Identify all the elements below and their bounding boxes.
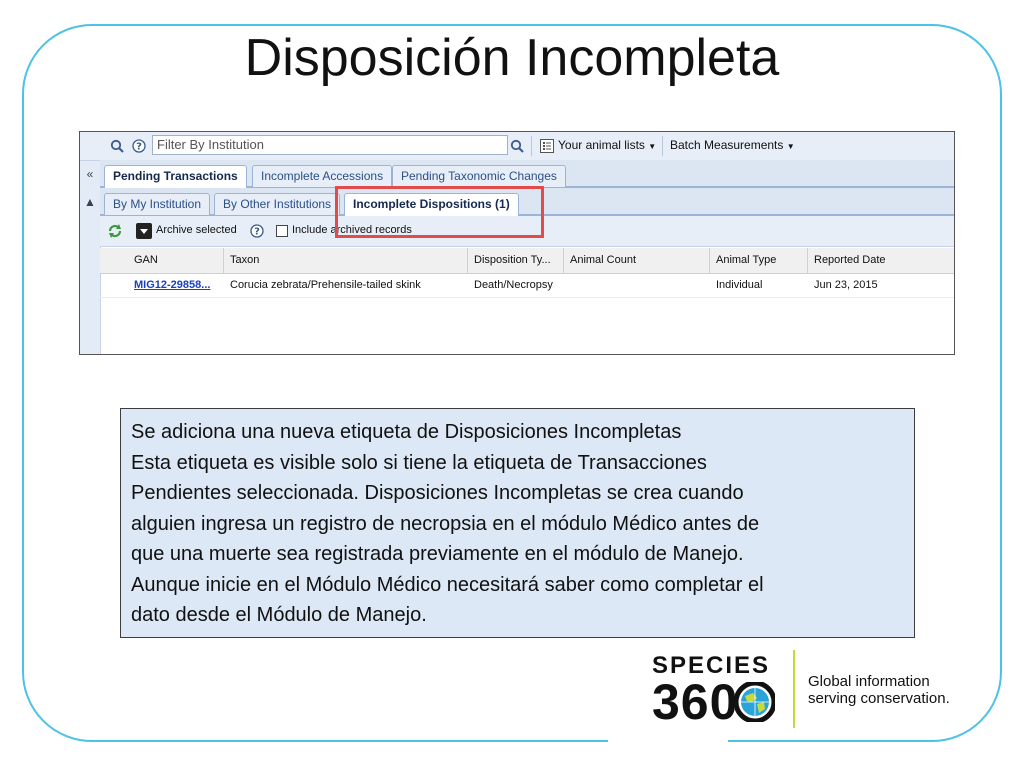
table-row[interactable]: MIG12-29858... Corucia zebrata/Prehensil… [100, 273, 954, 298]
slide-title: Disposición Incompleta [244, 29, 780, 87]
column-header-taxon[interactable]: Taxon [224, 248, 468, 273]
your-animal-lists-label: Your animal lists [558, 138, 645, 152]
note-line: alguien ingresa un registro de necropsia… [131, 512, 760, 535]
batch-measurements-menu[interactable]: Batch Measurements ▼ [670, 137, 795, 155]
collapse-left-icon[interactable]: « [80, 160, 100, 188]
svg-text:?: ? [254, 227, 260, 238]
animal-type-cell: Individual [716, 279, 763, 291]
toolbar-separator [662, 136, 663, 156]
include-archived-checkbox[interactable] [276, 225, 288, 237]
tab-pending-taxonomic-changes[interactable]: Pending Taxonomic Changes [392, 165, 566, 187]
note-line: Pendientes seleccionada. Disposiciones I… [131, 482, 744, 504]
frame-gap [608, 730, 728, 750]
highlight-box [335, 186, 544, 238]
app-screenshot: ? Filter By Institution Your animal list… [79, 131, 955, 355]
tab-pending-transactions[interactable]: Pending Transactions [104, 165, 247, 188]
column-header-gan[interactable]: GAN [128, 248, 224, 273]
filter-institution-input[interactable]: Filter By Institution [152, 135, 508, 155]
logo-360: 360 [652, 674, 739, 730]
note-box: Se adiciona una nueva etiqueta de Dispos… [120, 408, 915, 638]
note-line: Aunque inicie en el Módulo Médico necesi… [131, 573, 764, 596]
note-line: Esta etiqueta es visible solo si tiene l… [131, 451, 707, 474]
grid-header: GAN Taxon Disposition Ty... Animal Count… [100, 248, 954, 274]
help-icon[interactable]: ? [130, 137, 148, 155]
batch-measurements-label: Batch Measurements [670, 138, 784, 152]
column-header-animal-type[interactable]: Animal Type [710, 248, 808, 273]
note-line: dato desde el Módulo de Manejo. [131, 604, 427, 626]
gan-link[interactable]: MIG12-29858... [128, 273, 224, 297]
refresh-icon[interactable] [106, 222, 124, 240]
column-header-animal-count[interactable]: Animal Count [564, 248, 710, 273]
toolbar-separator [531, 136, 532, 156]
help-icon[interactable]: ? [248, 222, 266, 240]
reported-date-cell: Jun 23, 2015 [814, 279, 878, 291]
taxon-cell: Corucia zebrata/Prehensile-tailed skink [230, 279, 421, 291]
tab-by-my-institution[interactable]: By My Institution [104, 193, 211, 215]
logo-divider [793, 650, 795, 728]
collapse-up-icon[interactable]: ▲ [80, 188, 100, 216]
list-icon [538, 137, 556, 155]
chevron-down-icon: ▼ [648, 142, 657, 151]
chevron-down-icon: ▼ [786, 142, 795, 151]
toolbar: ? Filter By Institution Your animal list… [80, 132, 954, 161]
animal-count-cell [564, 273, 710, 297]
disposition-type-cell: Death/Necropsy [474, 279, 553, 291]
logo-tagline-1: Global information [808, 673, 930, 690]
note-line: que una muerte sea registrada previament… [131, 543, 744, 565]
filter-search-icon[interactable] [508, 137, 526, 155]
column-header-disposition-type[interactable]: Disposition Ty... [468, 248, 564, 273]
primary-tabs: Pending Transactions Incomplete Accessio… [100, 160, 954, 188]
svg-text:?: ? [136, 142, 142, 153]
logo-tagline-2: serving conservation. [808, 690, 950, 707]
globe-icon [735, 682, 775, 722]
note-line: Se adiciona una nueva etiqueta de Dispos… [131, 421, 682, 443]
tab-incomplete-accessions[interactable]: Incomplete Accessions [252, 165, 393, 187]
archive-selected-label[interactable]: Archive selected [156, 224, 237, 236]
your-animal-lists-menu[interactable]: Your animal lists ▼ [558, 137, 656, 155]
search-icon[interactable] [108, 137, 126, 155]
column-header-reported-date[interactable]: Reported Date [808, 248, 954, 273]
tab-by-other-institutions[interactable]: By Other Institutions [214, 193, 341, 215]
archive-icon[interactable] [136, 223, 152, 239]
